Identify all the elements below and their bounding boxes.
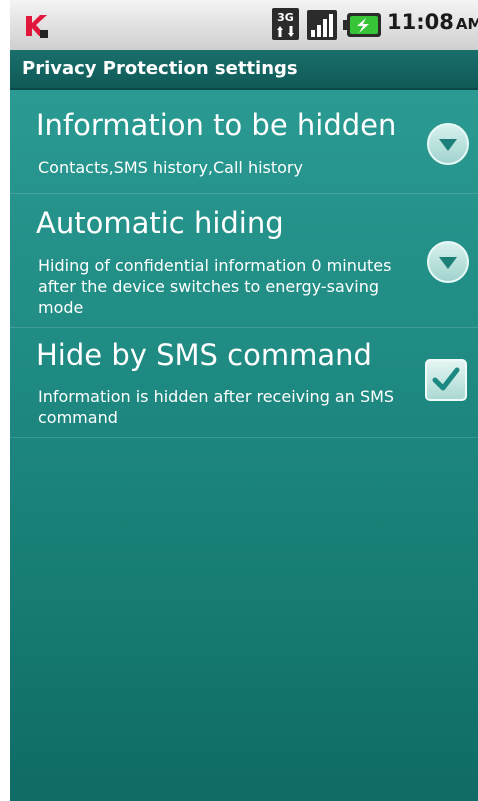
- settings-list: Information to be hidden Contacts,SMS hi…: [10, 90, 478, 801]
- 3g-icon: 3G: [272, 8, 299, 40]
- setting-title: Automatic hiding: [36, 206, 284, 240]
- clock-time: 11:08: [387, 10, 454, 34]
- status-bar: 3G 11:08 AM: [10, 0, 478, 50]
- setting-automatic-hiding[interactable]: Automatic hiding Hiding of confidential …: [10, 194, 478, 328]
- setting-description: Contacts,SMS history,Call history: [38, 158, 303, 177]
- sms-command-checkbox[interactable]: [424, 358, 468, 402]
- battery-charging-icon: [343, 13, 381, 37]
- phone-screen: 3G 11:08 AM Privacy Protection settings I…: [10, 0, 478, 801]
- setting-title: Hide by SMS command: [36, 338, 372, 372]
- dropdown-arrow-icon[interactable]: [426, 240, 470, 284]
- svg-text:3G: 3G: [277, 11, 294, 24]
- setting-description: Information is hidden after receiving an…: [38, 387, 395, 427]
- clock-ampm: AM: [455, 15, 478, 33]
- setting-information-to-be-hidden[interactable]: Information to be hidden Contacts,SMS hi…: [10, 90, 478, 194]
- status-clock: 11:08 AM: [387, 10, 478, 34]
- setting-title: Information to be hidden: [36, 108, 397, 142]
- dropdown-arrow-icon[interactable]: [426, 122, 470, 166]
- setting-description: Hiding of confidential information 0 min…: [38, 256, 392, 317]
- title-bar: Privacy Protection settings: [10, 50, 478, 90]
- page-title: Privacy Protection settings: [22, 58, 298, 79]
- kaspersky-logo-icon: [26, 15, 48, 38]
- setting-hide-by-sms-command[interactable]: Hide by SMS command Information is hidde…: [10, 328, 478, 438]
- signal-icon: [307, 10, 337, 40]
